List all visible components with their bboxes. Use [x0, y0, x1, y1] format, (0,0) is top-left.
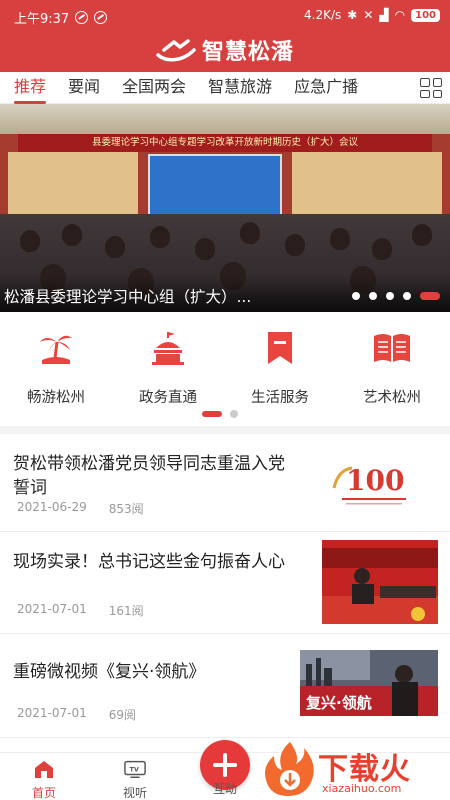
- blocked-icon: [94, 11, 108, 24]
- tab-emergency-broadcast[interactable]: 应急广播: [294, 72, 358, 104]
- status-bar: 上午9:37 4.2K/s ✱ ✕ ▟ ◠ 100: [0, 0, 450, 30]
- nav-tv[interactable]: TV 视听: [105, 759, 165, 800]
- channel-tabs: 推荐 要闻 全国两会 智慧旅游 应急广播: [0, 72, 450, 104]
- news-reads: 853阅: [108, 502, 144, 516]
- news-date: 2021-07-01: [17, 706, 87, 720]
- watermark: 下载火 xiazaihuo.com: [262, 740, 448, 800]
- quick-entry-label: 政务直通: [139, 390, 197, 406]
- news-date: 2021-07-01: [17, 602, 87, 616]
- quick-entries: 畅游松州 政务直通 生活服务 艺术松州: [0, 318, 450, 408]
- nav-tv-label: 视听: [122, 786, 147, 800]
- app-header: 上午9:37 4.2K/s ✱ ✕ ▟ ◠ 100 智慧松潘: [0, 0, 450, 72]
- quick-entry-art[interactable]: 艺术松州: [336, 328, 448, 407]
- quick-entry-tour[interactable]: 畅游松州: [0, 328, 112, 407]
- banner-meeting-sign: 县委理论学习中心组专题学习改革开放新时期历史（扩大）会议: [18, 134, 432, 152]
- banner-projector-screen: [148, 154, 282, 220]
- news-title: 现场实录！总书记这些金句振奋人心: [13, 552, 285, 572]
- quick-entry-label: 生活服务: [251, 390, 309, 406]
- news-reads: 161阅: [108, 604, 144, 618]
- banner-indicator: [352, 292, 440, 300]
- notification-icon: [75, 11, 89, 24]
- quick-entry-life[interactable]: 生活服务: [224, 328, 336, 407]
- tab-two-sessions[interactable]: 全国两会: [122, 72, 186, 104]
- news-meta: 2021-07-01 161阅: [17, 602, 144, 619]
- quick-entry-government[interactable]: 政务直通: [112, 328, 224, 407]
- quick-entry-label: 畅游松州: [27, 390, 85, 406]
- svg-text:复兴·领航: 复兴·领航: [305, 694, 372, 712]
- network-speed: 4.2K/s: [304, 8, 342, 22]
- flame-logo-icon: [265, 742, 314, 796]
- battery-icon: 100: [411, 8, 440, 22]
- bluetooth-icon: ✱: [347, 8, 358, 22]
- wifi-icon: ◠: [394, 8, 406, 22]
- banner-dot[interactable]: [369, 292, 377, 300]
- video-cover-icon: 复兴·领航: [300, 650, 438, 716]
- quick-entries-pager: [202, 410, 238, 418]
- banner-dot[interactable]: [352, 292, 360, 300]
- quick-entry-label: 艺术松州: [363, 390, 421, 406]
- pager-dot-active[interactable]: [202, 411, 222, 417]
- banner-title[interactable]: 松潘县委理论学习中心组（扩大）...: [4, 285, 314, 307]
- nav-interact-label[interactable]: 互动: [200, 780, 250, 797]
- news-title: 贺松带领松潘党员领导同志重温入党誓词: [13, 454, 285, 498]
- island-icon: [40, 335, 72, 364]
- news-thumbnail: 100: [312, 448, 438, 520]
- app-title: 智慧松潘: [201, 40, 294, 65]
- news-item[interactable]: 现场实录！总书记这些金句振奋人心 2021-07-01 161阅: [0, 532, 450, 634]
- banner-dot-active[interactable]: [420, 292, 440, 300]
- svg-text:100: 100: [346, 464, 404, 497]
- news-item[interactable]: 贺松带领松潘党员领导同志重温入党誓词 2021-06-29 853阅 100: [0, 434, 450, 532]
- pager-dot[interactable]: [230, 410, 238, 418]
- signal-icon: ▟: [379, 8, 389, 22]
- banner-ceiling: [0, 104, 450, 134]
- tab-smart-tourism[interactable]: 智慧旅游: [208, 72, 272, 104]
- banner-dot[interactable]: [403, 292, 411, 300]
- news-thumbnail: [322, 540, 438, 624]
- news-item[interactable]: 重磅微视频《复兴·领航》 2021-07-01 69阅 复兴·领航: [0, 634, 450, 738]
- tv-icon: TV: [124, 760, 146, 778]
- bookmark-icon: [268, 332, 292, 364]
- home-icon: [35, 761, 53, 778]
- banner-carousel[interactable]: 县委理论学习中心组专题学习改革开放新时期历史（扩大）会议 松潘县委理论学习中心组…: [0, 104, 450, 312]
- app-logo: 智慧松潘: [0, 30, 450, 70]
- tab-recommend[interactable]: 推荐: [14, 72, 47, 104]
- section-divider: [0, 426, 450, 434]
- government-icon: [152, 332, 184, 365]
- banner-dot[interactable]: [386, 292, 394, 300]
- news-date: 2021-06-29: [17, 500, 87, 514]
- svg-text:TV: TV: [130, 766, 139, 774]
- nav-home-label: 首页: [31, 786, 56, 800]
- ceremony-photo-icon: [322, 540, 438, 624]
- all-channels-grid-icon[interactable]: [420, 78, 442, 98]
- nav-home[interactable]: 首页: [14, 759, 74, 800]
- news-meta: 2021-07-01 69阅: [17, 706, 136, 723]
- watermark-url: xiazaihuo.com: [322, 782, 402, 795]
- tab-headlines[interactable]: 要闻: [68, 72, 100, 104]
- book-icon: [374, 334, 410, 362]
- mute-icon: ✕: [363, 8, 374, 22]
- news-reads: 69阅: [108, 708, 137, 722]
- news-meta: 2021-06-29 853阅: [17, 500, 144, 517]
- news-title: 重磅微视频《复兴·领航》: [13, 662, 206, 682]
- news-thumbnail: 复兴·领航: [300, 650, 438, 716]
- logo-mark-icon: [156, 39, 196, 62]
- anniversary-logo-icon: 100: [332, 464, 406, 505]
- status-time: 上午9:37: [14, 12, 70, 27]
